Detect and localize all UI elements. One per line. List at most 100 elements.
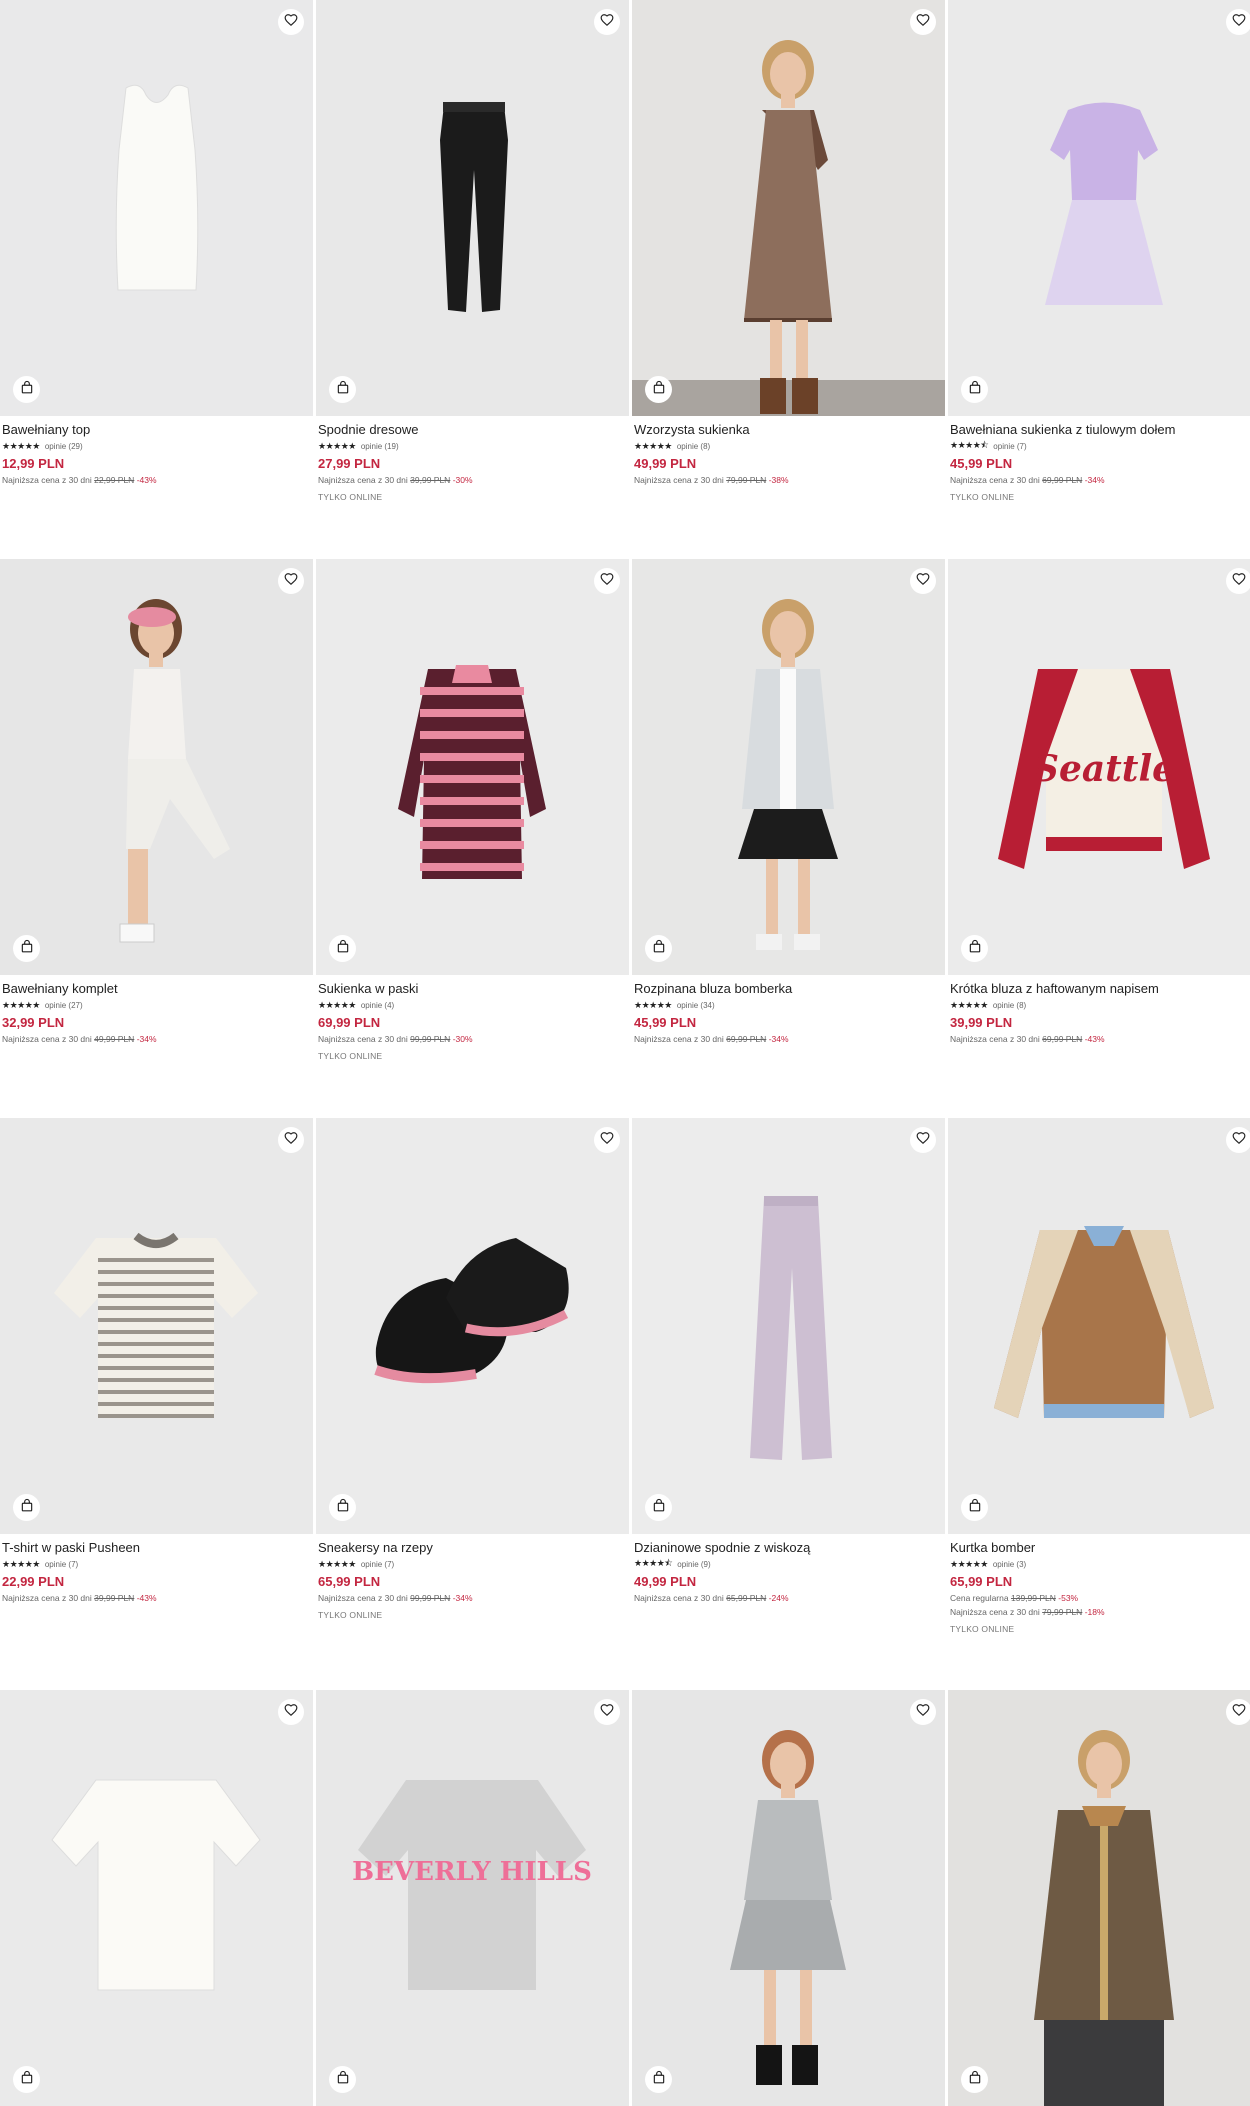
product-card[interactable]: Bawełniany top ★★★★★ opinie (29) 12,99 P… [0, 0, 313, 486]
shopping-bag-icon [20, 1498, 34, 1517]
lowest-price-30-days: Najniższa cena z 30 dni 65,99 PLN -24% [634, 1593, 789, 1603]
add-to-cart-button[interactable] [961, 935, 988, 962]
rating: ★★★★★ opinie (8) [634, 440, 943, 452]
add-to-favorites-button[interactable] [910, 1699, 936, 1725]
add-to-cart-button[interactable] [13, 935, 40, 962]
add-to-favorites-button[interactable] [910, 1127, 936, 1153]
product-card[interactable]: Wzorzysta sukienka ★★★★★ opinie (8) 49,9… [632, 0, 945, 486]
add-to-favorites-button[interactable] [278, 568, 304, 594]
product-name[interactable]: Rozpinana bluza bomberka [634, 981, 943, 997]
product-price: 49,99 PLN [634, 1574, 697, 1589]
add-to-cart-button[interactable] [13, 376, 40, 403]
heart-icon [1232, 13, 1246, 32]
add-to-cart-button[interactable] [329, 1494, 356, 1521]
add-to-cart-button[interactable] [961, 2066, 988, 2093]
old-price: 69,99 PLN [1042, 1034, 1083, 1044]
shopping-bag-icon [652, 939, 666, 958]
product-image[interactable] [316, 559, 629, 975]
add-to-cart-button[interactable] [645, 2066, 672, 2093]
old-price: 65,99 PLN [726, 1593, 767, 1603]
product-image[interactable] [632, 0, 945, 416]
add-to-favorites-button[interactable] [594, 1127, 620, 1153]
product-image[interactable]: Seattle [948, 559, 1250, 975]
add-to-cart-button[interactable] [645, 935, 672, 962]
product-card[interactable] [0, 1690, 313, 2106]
product-info: Sukienka w paski ★★★★★ opinie (4) 69,99 … [316, 975, 629, 1061]
add-to-cart-button[interactable] [961, 1494, 988, 1521]
product-name[interactable]: Sneakersy na rzepy [318, 1540, 627, 1556]
rating: ★★★★★ opinie (27) [2, 999, 311, 1011]
product-card[interactable]: T-shirt w paski Pusheen ★★★★★ opinie (7)… [0, 1118, 313, 1604]
product-image[interactable] [316, 1118, 629, 1534]
product-image[interactable] [948, 1690, 1250, 2106]
product-image[interactable] [0, 1690, 313, 2106]
add-to-favorites-button[interactable] [910, 9, 936, 35]
product-name[interactable]: Kurtka bomber [950, 1540, 1250, 1556]
product-card[interactable]: Bawełniana sukienka z tiulowym dołem ★★★… [948, 0, 1250, 502]
add-to-favorites-button[interactable] [278, 9, 304, 35]
product-image[interactable] [0, 559, 313, 975]
product-name[interactable]: Bawełniana sukienka z tiulowym dołem [950, 422, 1250, 438]
product-name[interactable]: Dzianinowe spodnie z wiskozą [634, 1540, 943, 1556]
heart-icon [600, 13, 614, 32]
add-to-favorites-button[interactable] [1226, 568, 1250, 594]
product-card[interactable]: Sukienka w paski ★★★★★ opinie (4) 69,99 … [316, 559, 629, 1061]
old-price: 79,99 PLN [726, 475, 767, 485]
add-to-cart-button[interactable] [645, 376, 672, 403]
product-card[interactable]: Sneakersy na rzepy ★★★★★ opinie (7) 65,9… [316, 1118, 629, 1620]
product-image[interactable] [948, 0, 1250, 416]
product-card[interactable] [632, 1690, 945, 2106]
product-image[interactable] [632, 1118, 945, 1534]
product-card[interactable]: Spodnie dresowe ★★★★★ opinie (19) 27,99 … [316, 0, 629, 502]
product-card[interactable]: Seattle Krótka bluza z haftowanym napise… [948, 559, 1250, 1045]
add-to-favorites-button[interactable] [594, 1699, 620, 1725]
add-to-cart-button[interactable] [645, 1494, 672, 1521]
product-name[interactable]: Sukienka w paski [318, 981, 627, 997]
product-card[interactable]: Bawełniany komplet ★★★★★ opinie (27) 32,… [0, 559, 313, 1045]
product-card[interactable]: Rozpinana bluza bomberka ★★★★★ opinie (3… [632, 559, 945, 1045]
add-to-cart-button[interactable] [13, 1494, 40, 1521]
add-to-favorites-button[interactable] [278, 1699, 304, 1725]
add-to-cart-button[interactable] [13, 2066, 40, 2093]
regular-price: Cena regularna 139,99 PLN -53% [950, 1593, 1079, 1603]
lowest-price-30-days: Najniższa cena z 30 dni 39,99 PLN -43% [2, 1593, 157, 1603]
product-image[interactable] [948, 1118, 1250, 1534]
product-image[interactable] [632, 1690, 945, 2106]
add-to-favorites-button[interactable] [594, 9, 620, 35]
product-image[interactable] [316, 0, 629, 416]
product-image[interactable]: BEVERLY HILLS [316, 1690, 629, 2106]
add-to-favorites-button[interactable] [594, 568, 620, 594]
add-to-cart-button[interactable] [329, 376, 356, 403]
product-image[interactable] [0, 1118, 313, 1534]
product-name[interactable]: Bawełniany komplet [2, 981, 311, 997]
old-price: 39,99 PLN [94, 1593, 135, 1603]
add-to-favorites-button[interactable] [1226, 1127, 1250, 1153]
product-image[interactable] [632, 559, 945, 975]
product-name[interactable]: Krótka bluza z haftowanym napisem [950, 981, 1250, 997]
review-count: opinie (8) [676, 441, 711, 451]
add-to-favorites-button[interactable] [278, 1127, 304, 1153]
product-card[interactable] [948, 1690, 1250, 2106]
add-to-favorites-button[interactable] [910, 568, 936, 594]
add-to-cart-button[interactable] [329, 935, 356, 962]
star-icon: ★★★★★ [634, 440, 672, 451]
add-to-cart-button[interactable] [961, 376, 988, 403]
discount-badge: -43% [136, 1593, 157, 1603]
product-card[interactable]: Kurtka bomber ★★★★★ opinie (3) 65,99 PLN… [948, 1118, 1250, 1634]
add-to-favorites-button[interactable] [1226, 9, 1250, 35]
product-card[interactable]: Dzianinowe spodnie z wiskozą ★★★★⯪ opini… [632, 1118, 945, 1604]
product-name[interactable]: Bawełniany top [2, 422, 311, 438]
add-to-cart-button[interactable] [329, 2066, 356, 2093]
heart-icon [600, 1703, 614, 1722]
product-name[interactable]: T-shirt w paski Pusheen [2, 1540, 311, 1556]
product-card[interactable]: BEVERLY HILLS [316, 1690, 629, 2106]
old-price: 69,99 PLN [1042, 475, 1083, 485]
discount-badge: -30% [452, 1034, 473, 1044]
product-name[interactable]: Spodnie dresowe [318, 422, 627, 438]
product-name[interactable]: Wzorzysta sukienka [634, 422, 943, 438]
product-image[interactable] [0, 0, 313, 416]
add-to-favorites-button[interactable] [1226, 1699, 1250, 1725]
star-icon: ★★★★★ [950, 1558, 988, 1569]
discount-badge: -34% [768, 1034, 789, 1044]
heart-icon [916, 13, 930, 32]
